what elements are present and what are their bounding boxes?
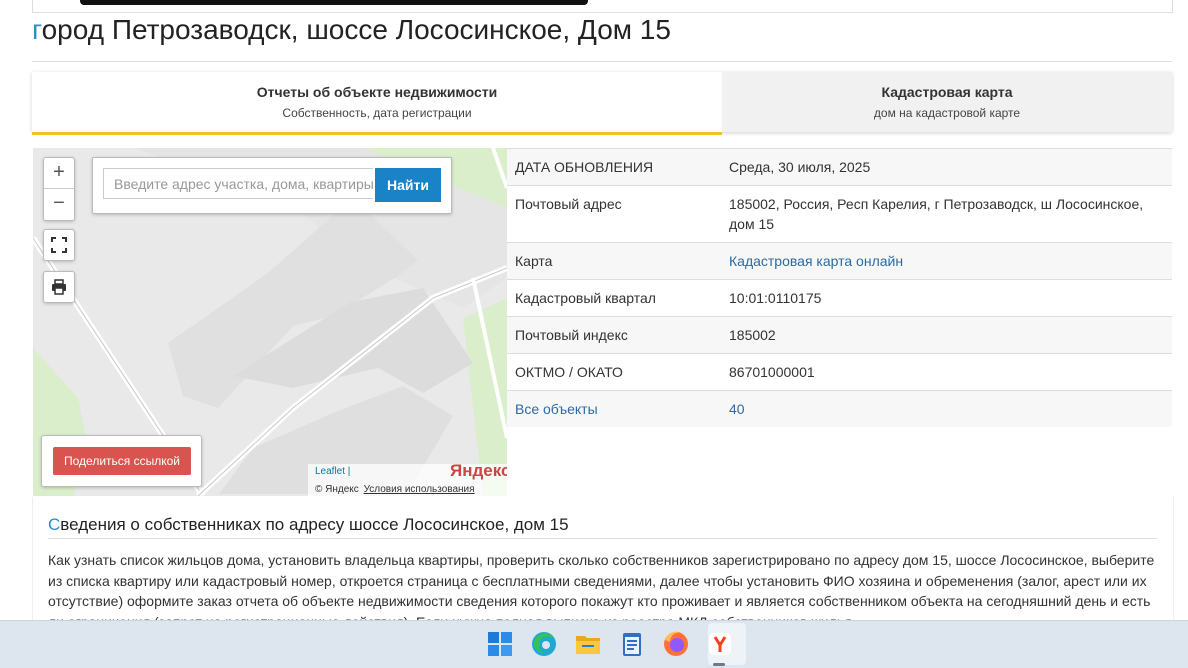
active-app-indicator xyxy=(713,663,725,666)
tab-property-reports[interactable]: Отчеты об объекте недвижимости Собственн… xyxy=(32,72,722,135)
owners-section-text: Как узнать список жильцов дома, установи… xyxy=(48,552,1155,620)
info-label: ОКТМО / ОКАТО xyxy=(515,364,623,380)
windows-start-icon[interactable] xyxy=(486,630,514,658)
info-row-map: Карта Кадастровая карта онлайн xyxy=(507,242,1172,279)
file-explorer-icon[interactable] xyxy=(574,630,602,658)
page-title-first-letter: г xyxy=(32,14,42,45)
cadastral-map-link[interactable]: Кадастровая карта онлайн xyxy=(729,243,1172,279)
yandex-copyright: © Яндекс xyxy=(315,484,359,495)
share-panel: Поделиться ссылкой xyxy=(41,435,202,487)
info-label: Карта xyxy=(515,253,553,269)
edge-icon[interactable] xyxy=(530,630,558,658)
info-row-oktmo: ОКТМО / ОКАТО 86701000001 xyxy=(507,353,1172,390)
map[interactable]: + − Введите адрес участка, дома, квартир… xyxy=(33,148,507,496)
info-value: 185002 xyxy=(729,327,776,343)
yandex-browser-icon[interactable] xyxy=(706,630,734,658)
owners-title-first-letter: С xyxy=(48,515,61,534)
title-divider xyxy=(32,61,1172,62)
tab-cadastral-map-subtitle: дом на кадастровой карте xyxy=(873,106,1021,120)
terms-link[interactable]: Условия использования xyxy=(364,484,475,495)
map-search-box: Введите адрес участка, дома, квартиры На… xyxy=(92,157,452,214)
leaflet-link[interactable]: Leaflet | xyxy=(315,466,350,477)
share-link-button[interactable]: Поделиться ссылкой xyxy=(53,447,191,475)
fullscreen-button[interactable] xyxy=(43,229,75,261)
info-value: 10:01:0110175 xyxy=(729,290,822,306)
section-divider xyxy=(48,538,1157,539)
info-label: Почтовый адрес xyxy=(515,196,622,212)
tab-property-reports-title: Отчеты об объекте недвижимости xyxy=(256,84,498,100)
print-button[interactable] xyxy=(43,271,75,303)
owners-title-text: ведения о собственниках по адресу шоссе … xyxy=(60,515,569,534)
zoom-out-button[interactable]: − xyxy=(44,188,74,219)
all-objects-count-link[interactable]: 40 xyxy=(729,391,1172,427)
info-row-postal-address: Почтовый адрес 185002, Россия, Респ Каре… xyxy=(507,185,1172,242)
info-row-postal-index: Почтовый индекс 185002 xyxy=(507,316,1172,353)
notepad-icon[interactable] xyxy=(618,630,646,658)
top-dark-bar xyxy=(80,0,588,5)
web-page: город Петрозаводск, шоссе Лососинское, Д… xyxy=(0,0,1188,620)
info-label: ДАТА ОБНОВЛЕНИЯ xyxy=(515,159,654,175)
page-title-text: ород Петрозаводск, шоссе Лососинское, До… xyxy=(41,14,671,45)
tab-property-reports-subtitle: Собственность, дата регистрации xyxy=(282,106,472,120)
yandex-logo: Яндекс xyxy=(450,461,507,480)
owners-section: Сведения о собственниках по адресу шоссе… xyxy=(32,497,1174,620)
page-title: город Петрозаводск, шоссе Лососинское, Д… xyxy=(32,14,671,46)
address-search-input[interactable]: Введите адрес участка, дома, квартиры xyxy=(103,168,373,199)
tab-cadastral-map[interactable]: Кадастровая карта дом на кадастровой кар… xyxy=(722,72,1172,132)
search-button[interactable]: Найти xyxy=(375,168,441,202)
firefox-icon[interactable] xyxy=(662,630,690,658)
map-attribution: Leaflet | Яндекс © Яндекс Условия исполь… xyxy=(308,461,507,496)
info-row-cadastral-quarter: Кадастровый квартал 10:01:0110175 xyxy=(507,279,1172,316)
all-objects-link[interactable]: Все объекты xyxy=(507,391,729,427)
zoom-in-button[interactable]: + xyxy=(44,158,74,188)
info-label: Кадастровый квартал xyxy=(515,290,656,306)
windows-taskbar xyxy=(0,620,1188,668)
report-tabs: Отчеты об объекте недвижимости Собственн… xyxy=(32,72,1172,135)
owners-section-title: Сведения о собственниках по адресу шоссе… xyxy=(48,515,569,535)
info-row-all-objects: Все объекты 40 xyxy=(507,390,1172,427)
zoom-control: + − xyxy=(43,157,75,221)
info-value: 86701000001 xyxy=(729,364,815,380)
info-value: Среда, 30 июля, 2025 xyxy=(729,159,871,175)
info-label: Почтовый индекс xyxy=(515,327,628,343)
tab-cadastral-map-title: Кадастровая карта xyxy=(881,84,1013,100)
info-value: 185002, Россия, Респ Карелия, г Петрозав… xyxy=(729,196,1144,232)
attribution-line: © Яндекс Условия использования xyxy=(315,484,475,495)
property-info-table: ДАТА ОБНОВЛЕНИЯ Среда, 30 июля, 2025 Поч… xyxy=(507,148,1172,427)
info-row-update-date: ДАТА ОБНОВЛЕНИЯ Среда, 30 июля, 2025 xyxy=(507,148,1172,185)
